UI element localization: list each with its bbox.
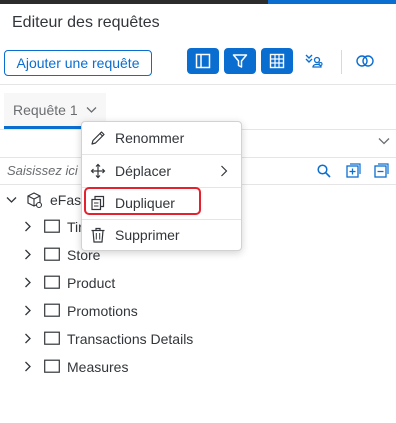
expand-all-icon[interactable] [346, 163, 361, 178]
menu-item-rename[interactable]: Renommer [82, 122, 241, 154]
tab-label: Requête 1 [13, 101, 78, 118]
trash-icon [91, 227, 105, 243]
add-query-button[interactable]: Ajouter une requête [4, 50, 152, 76]
tree-item-label: Transactions Details [67, 331, 194, 347]
filter-icon [232, 54, 248, 68]
folder-icon [44, 331, 60, 345]
chevron-down-icon[interactable] [6, 196, 17, 204]
folder-icon [44, 219, 60, 233]
hierarchy-users-icon [305, 54, 323, 68]
folder-icon [44, 247, 60, 261]
highlight-box [84, 187, 201, 215]
menu-item-label: Renommer [115, 130, 185, 146]
tree-item[interactable]: Product [0, 272, 260, 294]
panel-collapse-chevron-icon[interactable] [378, 137, 390, 145]
chevron-right-icon[interactable] [24, 277, 32, 288]
toolbar-divider [341, 50, 342, 74]
menu-item-delete[interactable]: Supprimer [82, 219, 241, 251]
tree-item-label: Measures [67, 359, 129, 375]
grid-icon [269, 53, 285, 69]
search-icon[interactable] [317, 164, 331, 178]
top-bar-accent [268, 0, 396, 4]
move-icon [90, 163, 106, 179]
filter-button[interactable] [224, 48, 256, 74]
tree-item[interactable]: Transactions Details [0, 328, 260, 350]
link-rings-icon [356, 55, 374, 67]
tree-item-label: Product [67, 275, 116, 291]
folder-icon [44, 275, 60, 289]
menu-item-label: Supprimer [115, 227, 180, 243]
hierarchy-users-button[interactable] [298, 48, 330, 74]
menu-item-label: Déplacer [115, 163, 172, 179]
chevron-right-icon[interactable] [24, 249, 32, 260]
tree-item[interactable]: Measures [0, 356, 260, 378]
context-menu: Renommer Déplacer Dupliquer Supprimer [81, 121, 242, 251]
link-rings-button[interactable] [349, 48, 381, 74]
panel-layout-button[interactable] [187, 48, 219, 74]
datasource-cube-icon [27, 192, 43, 209]
folder-icon [44, 303, 60, 317]
chevron-right-icon [221, 165, 228, 177]
chevron-right-icon[interactable] [24, 361, 32, 372]
tree-item-label: Promotions [67, 303, 138, 319]
grid-button[interactable] [261, 48, 293, 74]
search-placeholder: Saisissez ici [7, 163, 78, 178]
collapse-all-icon[interactable] [374, 163, 389, 178]
chevron-right-icon[interactable] [24, 221, 32, 232]
top-bar [0, 0, 396, 4]
page-title: Editeur des requêtes [12, 14, 160, 31]
panel-layout-icon [195, 53, 211, 69]
top-bar-dark [0, 0, 268, 4]
folder-icon [44, 359, 60, 373]
chevron-right-icon[interactable] [24, 333, 32, 344]
tree-root-label: eFas [50, 192, 82, 208]
chevron-right-icon[interactable] [24, 305, 32, 316]
tree-item[interactable]: Promotions [0, 300, 260, 322]
chevron-down-icon[interactable] [86, 106, 97, 114]
menu-item-move[interactable]: Déplacer [82, 155, 241, 187]
toolbar-bottom-divider [0, 84, 396, 85]
pencil-icon [91, 131, 105, 145]
